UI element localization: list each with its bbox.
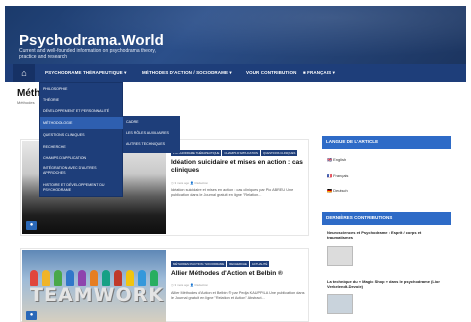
menu-item-integration[interactable]: INTÉGRATION AVEC D'AUTRES APPROCHES xyxy=(43,166,113,175)
recent-post-link[interactable]: La technique du « Magic Shop » dans le p… xyxy=(327,279,447,289)
divider xyxy=(322,224,451,225)
camera-icon: ● xyxy=(26,311,37,320)
nav-language[interactable]: ■ FRANÇAIS ▾ xyxy=(303,64,335,82)
camera-icon: ● xyxy=(26,221,37,230)
lang-german[interactable]: 🇩🇪 Deutsch xyxy=(327,188,348,193)
post-tags: MÉTHODES D'ACTION / SOCIODRAME RECHERCHE A… xyxy=(171,261,270,267)
tag[interactable]: MÉTHODES D'ACTION / SOCIODRAME xyxy=(171,261,227,267)
recent-post-thumbnail[interactable] xyxy=(327,246,353,266)
post-title[interactable]: Allier Méthodes d'Action et Belbin ® xyxy=(171,270,306,278)
nav-methodes[interactable]: MÉTHODES D'ACTION / SOCIODRAME ▾ xyxy=(142,64,232,82)
post-meta: ◷ 3 mois ago 👤 Rédaction xyxy=(171,283,209,287)
menu-item-champs[interactable]: CHAMPS D'APPLICATION xyxy=(43,156,86,160)
menu-item-recherche[interactable]: RECHERCHE xyxy=(43,145,66,149)
nav-contribution[interactable]: VOUR CONTRIBUTION xyxy=(246,64,296,82)
submenu-item-techniques[interactable]: AUTRES TECHNIQUES xyxy=(126,142,165,146)
widget-title-recent: DERNIÈRES CONTRIBUTIONS xyxy=(322,212,451,224)
post-tags: PSYCHODRAME THÉRAPEUTIQUE CHAMPS D'APPLIC… xyxy=(171,150,298,156)
divider xyxy=(322,148,451,149)
home-icon[interactable]: ⌂ xyxy=(13,64,35,82)
menu-item-developpement[interactable]: DÉVELOPPEMENT ET PERSONNALITÉ xyxy=(43,109,109,113)
post-excerpt: Allier Méthodes d'Action et Belbin ® par… xyxy=(171,291,305,300)
post-thumbnail[interactable]: TEAMWORK ● xyxy=(22,250,166,322)
site-title[interactable]: Psychodrama.World xyxy=(19,32,164,49)
submenu: CADRE LES RÔLES AUXILIAIRES AUTRES TECHN… xyxy=(123,116,180,153)
menu-item-philosophie[interactable]: PHILOSOPHIE xyxy=(43,87,67,91)
submenu-item-cadre[interactable]: CADRE xyxy=(126,120,139,124)
menu-item-questions-cliniques[interactable]: QUESTIONS CLINIQUES xyxy=(43,133,85,137)
lang-french[interactable]: 🇫🇷 Français xyxy=(327,173,348,178)
dropdown-menu: PHILOSOPHIE THÉORIE DÉVELOPPEMENT ET PER… xyxy=(39,82,124,197)
tag[interactable]: ACTUALITÉ xyxy=(249,261,270,267)
nav-psychodrame[interactable]: PSYCHODRAME THÉRAPEUTIQUE ▾ xyxy=(45,64,126,82)
submenu-item-roles[interactable]: LES RÔLES AUXILIAIRES xyxy=(126,131,169,135)
widget-title-language: LANGUE DE L'ARTICLE xyxy=(322,136,451,148)
breadcrumb[interactable]: Méthodes xyxy=(17,100,35,105)
post-meta: ◷ 3 mois ago 👤 Rédaction xyxy=(171,181,209,185)
post-title[interactable]: Idéation suicidaire et mises en action :… xyxy=(171,159,306,175)
lang-english[interactable]: 🇬🇧 English xyxy=(327,157,346,162)
teamwork-text: TEAMWORK xyxy=(30,284,165,306)
menu-item-histoire[interactable]: HISTOIRE ET DÉVELOPPEMENT DU PSYCHODRAME xyxy=(43,183,113,192)
site-header: Psychodrama.World Current and well-found… xyxy=(5,6,466,64)
recent-post-link[interactable]: Neurosciences et Psychodrame : Esprit / … xyxy=(327,230,447,240)
site-description: Current and well-founded information on … xyxy=(19,48,156,60)
main-nav: ⌂ PSYCHODRAME THÉRAPEUTIQUE ▾ MÉTHODES D… xyxy=(5,64,466,82)
tag[interactable]: QUESTIONS CLINIQUES xyxy=(261,150,298,156)
menu-item-methodologie[interactable]: MÉTHODOLOGIE xyxy=(43,121,72,125)
post-excerpt: Idéation suicidaire et mises en action :… xyxy=(171,188,294,197)
menu-item-theorie[interactable]: THÉORIE xyxy=(43,98,59,102)
tag[interactable]: CHAMPS D'APPLICATION xyxy=(222,150,261,156)
recent-post-thumbnail[interactable] xyxy=(327,294,353,314)
tag[interactable]: RECHERCHE xyxy=(227,261,249,267)
